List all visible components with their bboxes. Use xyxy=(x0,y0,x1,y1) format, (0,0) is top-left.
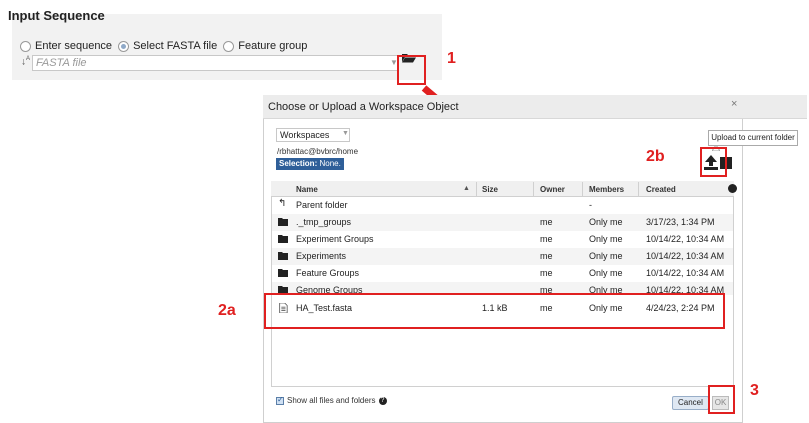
radio-label-feature-group[interactable]: Feature group xyxy=(238,40,307,52)
show-all-label: Show all files and folders xyxy=(287,396,376,405)
sort-ascending-icon[interactable]: ▲ xyxy=(463,185,470,192)
radio-label-enter-sequence[interactable]: Enter sequence xyxy=(35,40,112,52)
annotation-step-1: 1 xyxy=(447,50,456,67)
parent-folder-icon: ↰ xyxy=(278,198,287,209)
workspace-select[interactable]: Workspaces xyxy=(276,128,350,142)
folder-icon xyxy=(278,218,288,226)
column-header-created[interactable]: Created xyxy=(646,185,676,194)
annotation-box-2b xyxy=(700,147,727,177)
chevron-down-icon[interactable]: ▼ xyxy=(342,130,349,137)
annotation-step-3: 3 xyxy=(750,382,759,399)
row-owner: me xyxy=(540,217,553,227)
close-icon[interactable]: × xyxy=(731,98,737,110)
row-created: 3/17/23, 1:34 PM xyxy=(646,217,715,227)
radio-select-fasta-file[interactable] xyxy=(118,40,130,52)
fasta-file-input[interactable]: FASTA file xyxy=(32,55,398,71)
row-name: ._tmp_groups xyxy=(296,217,352,227)
upload-tooltip: Upload to current folder xyxy=(708,130,798,146)
annotation-step-2a: 2a xyxy=(218,302,236,319)
table-row[interactable]: Experiment Groups me Only me 10/14/22, 1… xyxy=(272,231,733,248)
annotation-step-2b: 2b xyxy=(646,148,665,165)
row-created: 10/14/22, 10:34 AM xyxy=(646,234,725,244)
fasta-file-placeholder: FASTA file xyxy=(36,57,87,69)
workspace-path: /rbhattac@bvbrc/home xyxy=(277,147,359,156)
row-created: 10/14/22, 10:34 AM xyxy=(646,251,725,261)
folder-icon xyxy=(278,252,288,260)
row-name: Experiments xyxy=(296,251,347,261)
row-members: Only me xyxy=(589,234,623,244)
input-type-radio-group: Enter sequence Select FASTA file Feature… xyxy=(20,40,313,52)
row-owner: me xyxy=(540,234,553,244)
input-sequence-title: Input Sequence xyxy=(8,8,105,23)
row-members: - xyxy=(589,200,592,210)
show-all-files-toggle[interactable]: Show all files and folders ? xyxy=(276,395,387,405)
table-row[interactable]: Experiments me Only me 10/14/22, 10:34 A… xyxy=(272,248,733,265)
annotation-box-2a xyxy=(264,293,725,329)
column-separator xyxy=(638,182,639,196)
annotation-box-1 xyxy=(397,55,426,85)
selection-label: Selection: xyxy=(279,159,318,168)
folder-icon xyxy=(278,235,288,243)
folder-icon xyxy=(278,269,288,277)
show-all-checkbox[interactable] xyxy=(276,395,284,405)
row-members: Only me xyxy=(589,217,623,227)
column-separator xyxy=(582,182,583,196)
row-name: Parent folder xyxy=(296,200,348,210)
help-icon[interactable]: ? xyxy=(378,396,387,405)
sort-icon: ↓A xyxy=(21,56,31,68)
column-separator xyxy=(533,182,534,196)
row-owner: me xyxy=(540,251,553,261)
table-row[interactable]: Feature Groups me Only me 10/14/22, 10:3… xyxy=(272,265,733,282)
annotation-box-3 xyxy=(708,385,735,414)
row-members: Only me xyxy=(589,268,623,278)
table-row[interactable]: ↰ Parent folder - xyxy=(272,197,733,214)
radio-enter-sequence[interactable] xyxy=(20,40,31,52)
workspace-select-value: Workspaces xyxy=(280,130,330,140)
row-name: Experiment Groups xyxy=(296,234,374,244)
column-header-owner[interactable]: Owner xyxy=(540,185,565,194)
selection-value: None. xyxy=(319,159,341,168)
column-separator xyxy=(476,182,477,196)
row-owner: me xyxy=(540,268,553,278)
column-header-name[interactable]: Name xyxy=(296,185,318,194)
dialog-title: Choose or Upload a Workspace Object xyxy=(268,101,459,113)
column-header-size[interactable]: Size xyxy=(482,185,498,194)
cancel-button[interactable]: Cancel xyxy=(672,396,709,410)
row-name: Feature Groups xyxy=(296,268,360,278)
row-created: 10/14/22, 10:34 AM xyxy=(646,268,725,278)
radio-feature-group[interactable] xyxy=(223,40,235,52)
selection-badge: Selection: None. xyxy=(276,158,344,170)
row-members: Only me xyxy=(589,251,623,261)
column-header-members[interactable]: Members xyxy=(589,185,624,194)
column-options-icon[interactable] xyxy=(728,184,737,193)
radio-label-select-fasta-file[interactable]: Select FASTA file xyxy=(133,40,217,52)
table-row[interactable]: ._tmp_groups me Only me 3/17/23, 1:34 PM xyxy=(272,214,733,231)
